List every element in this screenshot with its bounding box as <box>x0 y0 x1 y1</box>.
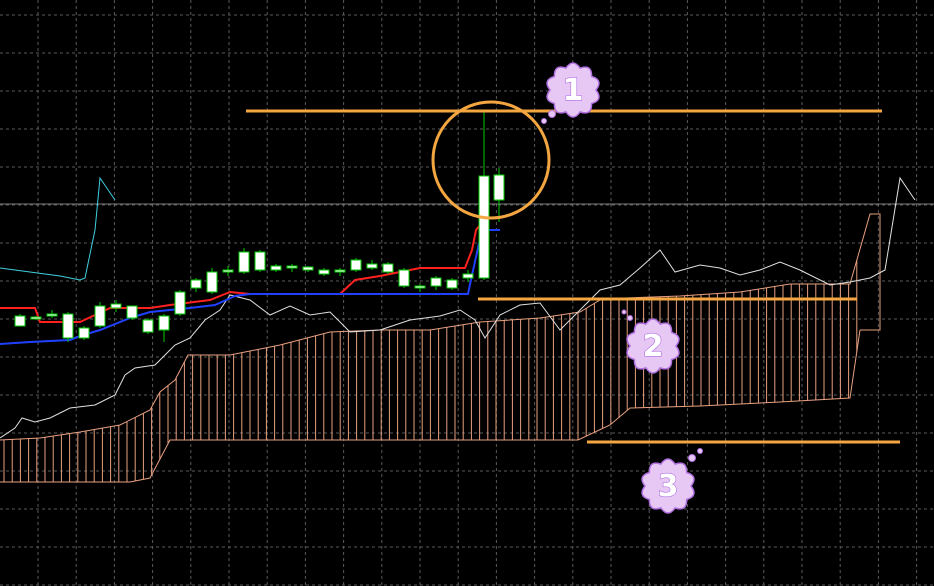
bubble-tail-dot <box>697 448 703 454</box>
candle-body <box>270 265 282 271</box>
candle-body <box>30 316 42 320</box>
candle-body <box>334 269 346 273</box>
candle-body <box>430 277 442 287</box>
senkou-span-a <box>0 213 881 441</box>
candle-body <box>142 319 154 333</box>
annotation-bubble: 1 <box>541 62 600 124</box>
ichimoku-chart: 1 2 3 <box>0 0 934 586</box>
candle-body <box>110 303 122 309</box>
candle-body <box>78 327 90 339</box>
annotation-label: 1 <box>563 73 584 108</box>
candle-body <box>126 305 138 319</box>
candle-body <box>318 269 330 275</box>
candle-body <box>366 263 378 269</box>
candle-body <box>493 174 505 201</box>
candle-body <box>350 259 362 271</box>
candle-body <box>94 305 106 327</box>
candle-body <box>478 175 490 279</box>
candle-body <box>398 269 410 287</box>
annotation-label: 2 <box>643 329 664 364</box>
candle-body <box>446 279 458 289</box>
highlight-circle <box>431 100 551 220</box>
candle-body <box>414 285 426 289</box>
candle-body <box>286 265 298 269</box>
candle-body <box>222 269 234 273</box>
candle-body <box>382 263 394 273</box>
bubble-tail-dot <box>627 315 633 321</box>
chikou-span-prev-line <box>0 176 116 281</box>
candle-body <box>190 279 202 289</box>
candle-body <box>174 291 186 315</box>
annotation-label: 3 <box>658 469 679 504</box>
candle-body <box>206 271 218 293</box>
annotation-bubble: 2 <box>621 309 680 374</box>
bubble-tail-dot <box>541 118 547 124</box>
annotation-bubbles: 1 2 3 <box>541 62 703 514</box>
candle-body <box>158 315 170 331</box>
annotation-bubble: 3 <box>641 448 703 514</box>
candle-body <box>14 315 26 327</box>
bubble-tail-dot <box>548 110 556 118</box>
candle-body <box>302 266 314 271</box>
candle-body <box>238 251 250 273</box>
candle-body <box>62 313 74 339</box>
candle-body <box>254 251 266 271</box>
bubble-tail-dot <box>621 309 627 315</box>
bubble-tail-dot <box>688 454 696 462</box>
candle-body <box>462 273 474 279</box>
candle-body <box>46 313 58 317</box>
